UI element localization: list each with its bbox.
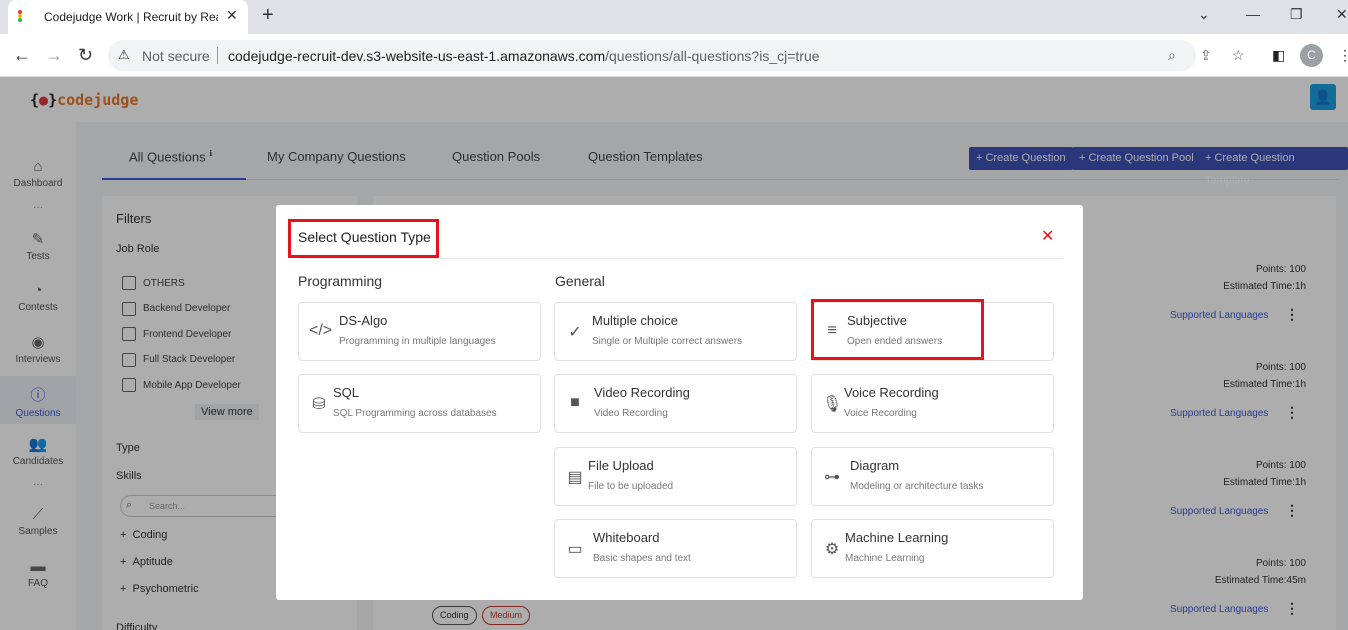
tab-title: Codejudge Work | Recruit by Rea bbox=[44, 10, 218, 24]
star-icon[interactable]: ☆ bbox=[1232, 47, 1245, 64]
card-desc: Basic shapes and text bbox=[593, 553, 691, 564]
card-desc: Single or Multiple correct answers bbox=[592, 336, 743, 347]
gear-icon: ⚙ bbox=[824, 541, 840, 558]
chevron-down-icon[interactable]: ⌄ bbox=[1198, 6, 1210, 23]
back-icon[interactable]: ← bbox=[13, 45, 31, 66]
card-name: Voice Recording bbox=[844, 385, 939, 400]
question-type-multiple-choice[interactable]: ✓ Multiple choice Single or Multiple cor… bbox=[554, 302, 797, 361]
check-circle-icon: ✓ bbox=[568, 324, 582, 341]
tab-close-icon[interactable]: ✕ bbox=[226, 7, 238, 24]
highlight-box bbox=[288, 219, 439, 258]
card-desc: File to be uploaded bbox=[588, 481, 674, 492]
divider bbox=[298, 258, 1062, 259]
question-type-voice-recording[interactable]: 🎙 Voice Recording Voice Recording bbox=[811, 374, 1054, 433]
close-icon[interactable]: ✕ bbox=[1041, 226, 1054, 246]
video-icon: ■ bbox=[570, 394, 580, 411]
card-desc: Programming in multiple languages bbox=[339, 336, 496, 347]
divider bbox=[217, 47, 218, 64]
card-name: File Upload bbox=[588, 458, 654, 473]
url-text[interactable]: codejudge-recruit-dev.s3-website-us-east… bbox=[228, 48, 820, 64]
whiteboard-icon: ▭ bbox=[567, 541, 583, 558]
card-name: Multiple choice bbox=[592, 313, 678, 328]
forward-icon[interactable]: → bbox=[45, 45, 63, 66]
database-icon: ⛁ bbox=[312, 396, 326, 413]
question-type-whiteboard[interactable]: ▭ Whiteboard Basic shapes and text bbox=[554, 519, 797, 578]
minimize-button[interactable]: — bbox=[1246, 6, 1260, 22]
warning-icon[interactable]: ⚠ bbox=[118, 47, 130, 63]
card-name: Video Recording bbox=[594, 385, 690, 400]
card-name: Whiteboard bbox=[593, 530, 660, 545]
share-icon[interactable]: ⇪ bbox=[1200, 47, 1212, 64]
question-type-sql[interactable]: ⛁ SQL SQL Programming across databases bbox=[298, 374, 541, 433]
highlight-box bbox=[811, 299, 984, 360]
programming-heading: Programming bbox=[298, 273, 383, 289]
zoom-icon[interactable]: ⌕ bbox=[1168, 47, 1176, 64]
card-name: Diagram bbox=[850, 458, 900, 473]
sidepanel-icon[interactable]: ◧ bbox=[1272, 47, 1285, 64]
card-desc: Voice Recording bbox=[844, 408, 917, 419]
general-heading: General bbox=[555, 273, 605, 289]
card-desc: Modeling or architecture tasks bbox=[850, 481, 984, 492]
file-icon: ▤ bbox=[567, 469, 583, 486]
card-desc: Video Recording bbox=[594, 408, 668, 419]
question-type-video-recording[interactable]: ■ Video Recording Video Recording bbox=[554, 374, 797, 433]
restore-button[interactable]: ❐ bbox=[1290, 6, 1303, 23]
url-path: /questions/all-questions?is_cj=true bbox=[605, 48, 820, 64]
question-type-ds-algo[interactable]: </> DS-Algo Programming in multiple lang… bbox=[298, 302, 541, 361]
question-type-machine-learning[interactable]: ⚙ Machine Learning Machine Learning bbox=[811, 519, 1054, 578]
mic-icon: 🎙 bbox=[822, 396, 843, 413]
question-type-diagram[interactable]: ⊶ Diagram Modeling or architecture tasks bbox=[811, 447, 1054, 506]
profile-avatar[interactable]: C bbox=[1300, 44, 1323, 67]
menu-icon[interactable]: ⋮ bbox=[1338, 47, 1348, 64]
card-name: DS-Algo bbox=[339, 313, 388, 328]
url-host: codejudge-recruit-dev.s3-website-us-east… bbox=[228, 48, 606, 64]
close-window-button[interactable]: ✕ bbox=[1336, 6, 1348, 23]
not-secure-label[interactable]: Not secure bbox=[142, 48, 210, 64]
new-tab-button[interactable]: + bbox=[262, 4, 274, 27]
favicon-icon bbox=[18, 10, 22, 22]
card-name: SQL bbox=[333, 385, 360, 400]
reload-icon[interactable]: ↻ bbox=[78, 45, 93, 66]
code-icon: </> bbox=[309, 322, 333, 339]
card-name: Machine Learning bbox=[845, 530, 949, 545]
question-type-file-upload[interactable]: ▤ File Upload File to be uploaded bbox=[554, 447, 797, 506]
card-desc: Machine Learning bbox=[845, 553, 925, 564]
diagram-icon: ⊶ bbox=[824, 469, 840, 486]
card-desc: SQL Programming across databases bbox=[333, 408, 497, 419]
